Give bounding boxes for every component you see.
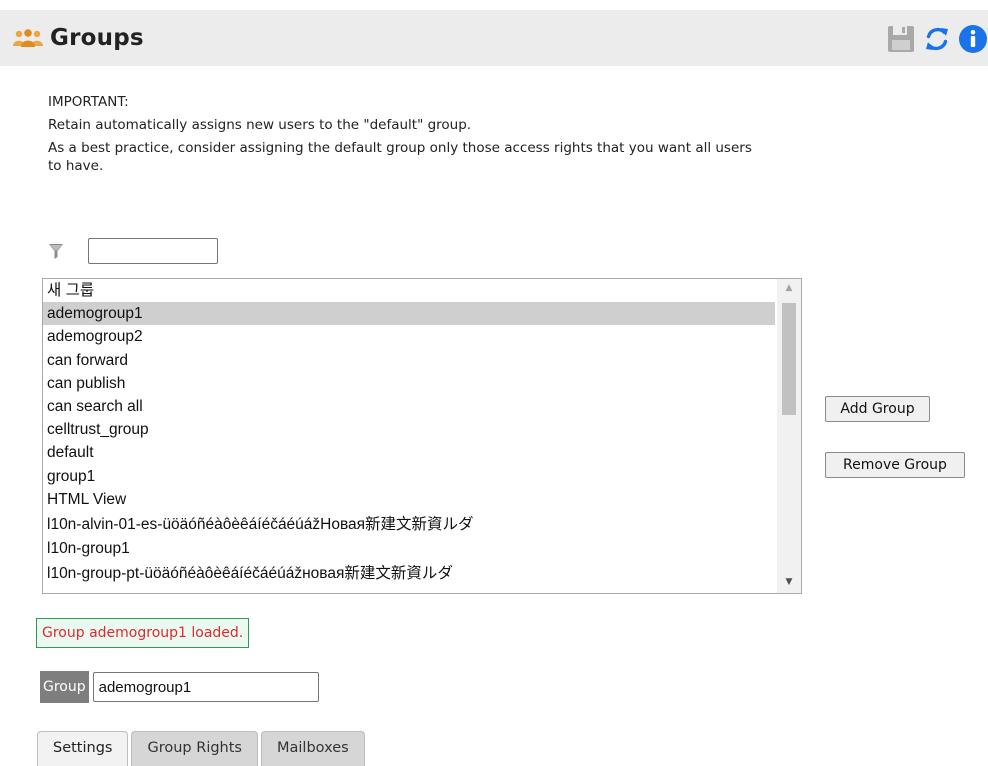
tab-mailboxes[interactable]: Mailboxes xyxy=(260,731,365,766)
group-list-item[interactable]: default xyxy=(43,441,775,464)
header-title-group: Groups xyxy=(10,24,144,52)
tab-settings[interactable]: Settings xyxy=(37,731,129,766)
group-list-item[interactable]: l10n-group1 xyxy=(43,537,775,560)
group-list-item[interactable]: celltrust_group xyxy=(43,418,775,441)
group-name-input[interactable] xyxy=(92,672,319,702)
scroll-up-arrow-icon[interactable]: ▲ xyxy=(777,279,801,297)
group-list-item[interactable]: can forward xyxy=(43,349,775,372)
notice-line-2: As a best practice, consider assigning t… xyxy=(48,140,752,174)
remove-group-button[interactable]: Remove Group xyxy=(825,452,965,478)
tab-group-rights[interactable]: Group Rights xyxy=(131,731,258,766)
group-label: Group xyxy=(40,671,89,703)
group-list-item[interactable]: 새 그룹 xyxy=(43,279,775,302)
filter-row xyxy=(48,235,218,267)
group-list-item[interactable]: HTML View xyxy=(43,488,775,511)
scroll-thumb[interactable] xyxy=(782,303,796,415)
save-icon[interactable] xyxy=(886,24,916,54)
group-list-item[interactable]: l10n-alvin-01-es-üöäóñéàôèêáíéčáéúážНова… xyxy=(43,511,775,537)
page-title: Groups xyxy=(50,25,144,51)
groups-list: 새 그룹 ademogroup1 ademogroup2 can forward can… xyxy=(43,279,775,586)
notice-heading: IMPORTANT: xyxy=(48,94,129,110)
users-icon xyxy=(10,28,46,48)
group-list-item[interactable]: group1 xyxy=(43,465,775,488)
listbox-scrollbar[interactable]: ▲ ▼ xyxy=(777,279,801,593)
status-message: Group ademogroup1 loaded. xyxy=(36,618,250,648)
group-list-item[interactable]: can publish xyxy=(43,372,775,395)
info-icon[interactable] xyxy=(958,24,988,54)
group-name-row: Group xyxy=(40,671,319,703)
group-list-item[interactable]: l10n-group-pt-üöäóñéàôèêáíéčáéúážновая新建… xyxy=(43,560,775,586)
scroll-down-arrow-icon[interactable]: ▼ xyxy=(777,573,801,591)
important-notice: IMPORTANT: Retain automatically assigns … xyxy=(48,92,868,178)
filter-icon xyxy=(48,242,64,260)
header-toolbar xyxy=(886,24,988,54)
groups-listbox[interactable]: 새 그룹 ademogroup1 ademogroup2 can forward can… xyxy=(42,278,802,594)
refresh-icon[interactable] xyxy=(922,24,952,54)
page-header: Groups xyxy=(0,10,988,66)
group-list-item[interactable]: ademogroup2 xyxy=(43,325,775,348)
filter-input[interactable] xyxy=(88,238,218,264)
notice-line-1: Retain automatically assigns new users t… xyxy=(48,117,472,133)
add-group-button[interactable]: Add Group xyxy=(825,396,930,422)
group-list-item[interactable]: can search all xyxy=(43,395,775,418)
group-tabs: Settings Group Rights Mailboxes xyxy=(37,731,368,766)
group-list-item[interactable]: ademogroup1 xyxy=(43,302,775,326)
